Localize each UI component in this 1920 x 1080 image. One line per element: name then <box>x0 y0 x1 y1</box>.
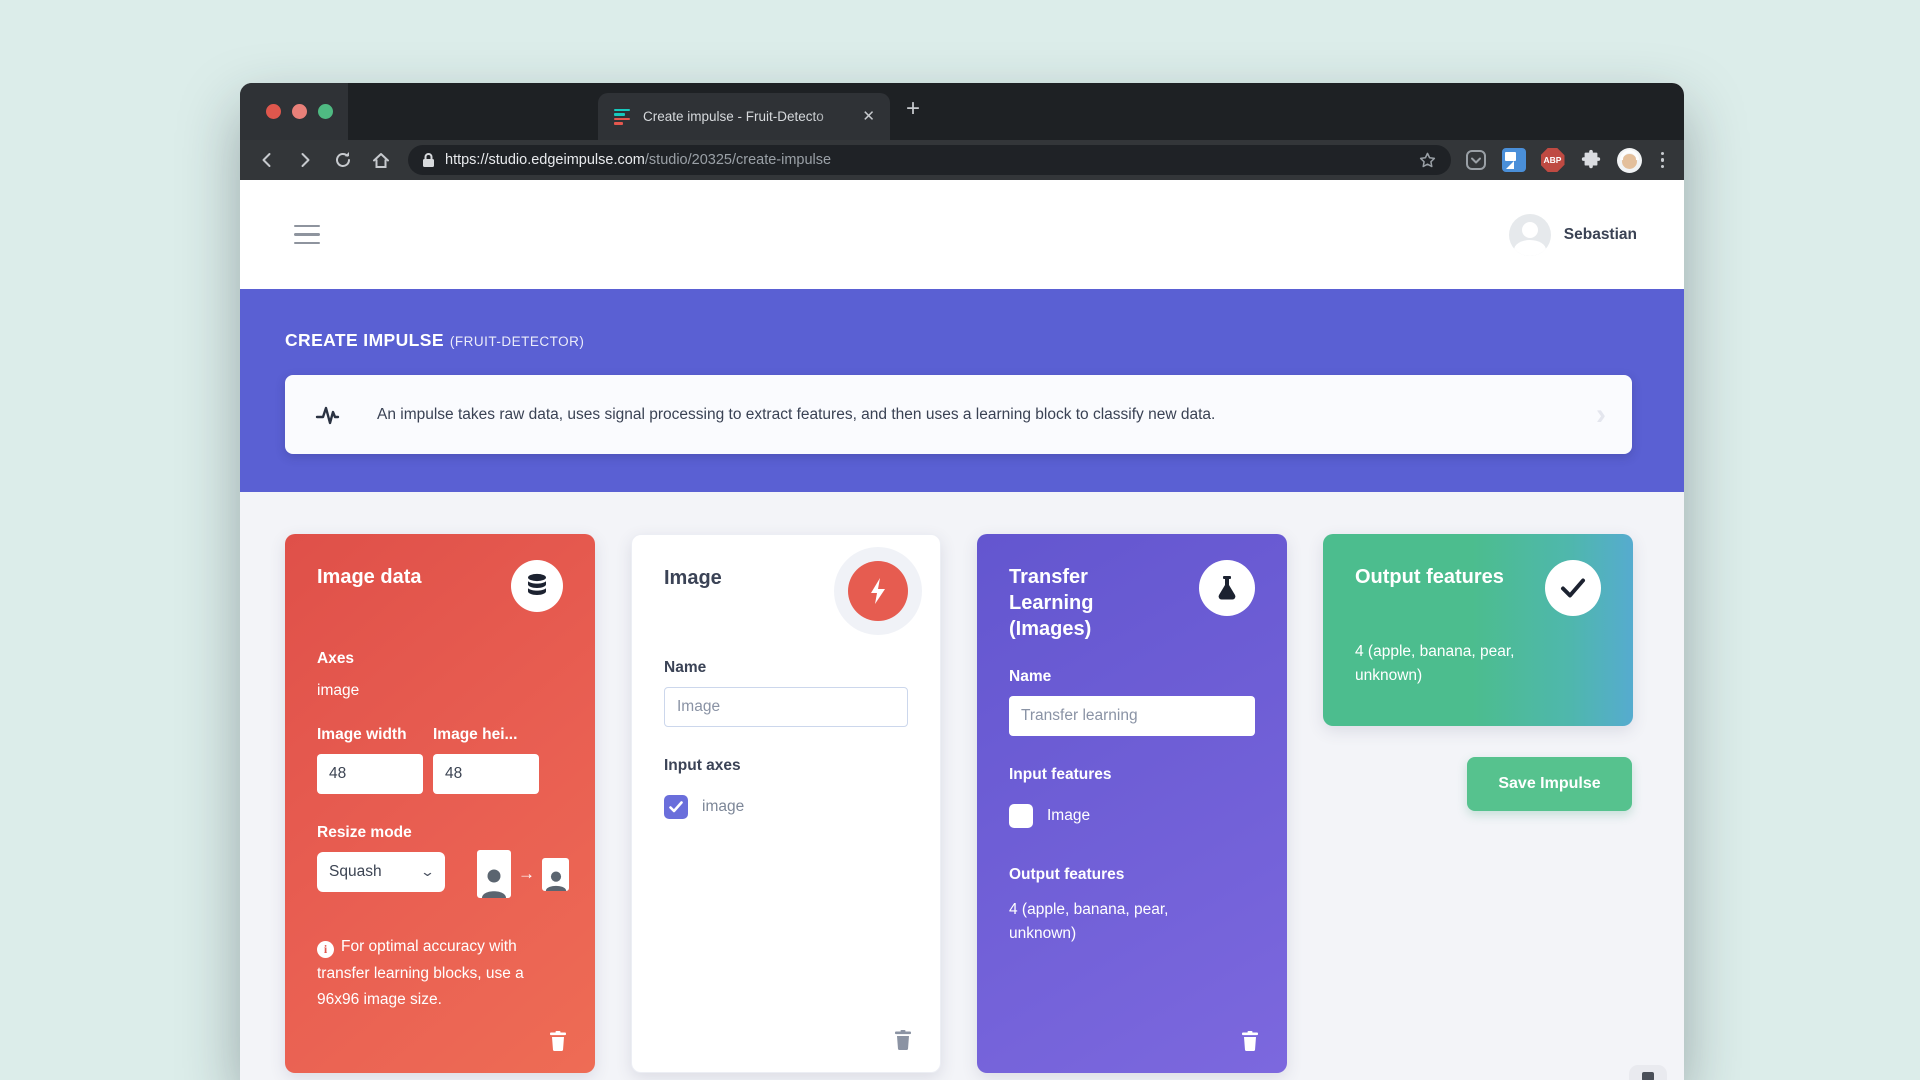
hamburger-menu-icon[interactable] <box>294 225 320 245</box>
image-height-input[interactable] <box>433 754 539 794</box>
page-banner: CREATE IMPULSE (FRUIT-DETECTOR) An impuls… <box>240 289 1684 492</box>
checkbox-label: Image <box>1047 807 1090 825</box>
input-block-card: Image data Axes image Image width <box>285 534 595 1073</box>
chevron-right-icon[interactable]: › <box>1596 400 1606 430</box>
browser-menu-icon[interactable] <box>1657 152 1669 169</box>
image-height-label: Image hei... <box>433 726 539 744</box>
resize-mode-select[interactable]: Squash ⌄ <box>317 852 445 892</box>
card-title: Image data <box>317 560 421 590</box>
browser-tab[interactable]: Create impulse - Fruit-Detecto ✕ <box>598 93 890 140</box>
card-title: Image <box>664 561 722 591</box>
zoom-window-button[interactable] <box>318 104 333 119</box>
arrow-right-icon: → <box>518 864 535 884</box>
flask-icon <box>1199 560 1255 616</box>
checkbox-label: image <box>702 798 744 816</box>
tab-bar: Create impulse - Fruit-Detecto ✕ + <box>240 83 1684 140</box>
browser-toolbar: https://studio.edgeimpulse.com/studio/20… <box>240 140 1684 180</box>
save-impulse-button[interactable]: Save Impulse <box>1467 757 1632 811</box>
impulse-info-box: An impulse takes raw data, uses signal p… <box>285 375 1632 454</box>
delete-block-icon[interactable] <box>549 1031 567 1051</box>
card-title: Output features <box>1355 560 1504 590</box>
resize-mode-label: Resize mode <box>317 824 563 842</box>
extensions-area: ABP <box>1465 148 1669 173</box>
axes-value: image <box>317 682 563 700</box>
url-origin: https://studio.edgeimpulse.com <box>445 152 645 168</box>
portrait-image-icon <box>477 850 511 898</box>
card-title: Transfer Learning (Images) <box>1009 560 1159 642</box>
block-name-input[interactable] <box>664 687 908 727</box>
impulse-builder: Image data Axes image Image width <box>240 492 1684 1073</box>
checkmark-icon <box>1545 560 1601 616</box>
browser-window: Create impulse - Fruit-Detecto ✕ + <box>240 83 1684 1080</box>
new-tab-button[interactable]: + <box>906 97 920 121</box>
image-width-input[interactable] <box>317 754 423 794</box>
user-avatar <box>1509 214 1551 256</box>
back-icon[interactable] <box>256 149 278 171</box>
info-icon: i <box>317 941 334 958</box>
impulse-info-text: An impulse takes raw data, uses signal p… <box>377 406 1215 424</box>
output-features-label: Output features <box>1009 866 1255 884</box>
impulse-waveform-icon <box>315 400 349 430</box>
delete-block-icon[interactable] <box>894 1030 912 1050</box>
resize-note: iFor optimal accuracy with transfer lear… <box>317 934 547 1014</box>
output-features-value: 4 (apple, banana, pear, unknown) <box>1355 640 1565 688</box>
database-icon <box>511 560 563 612</box>
project-name: (FRUIT-DETECTOR) <box>450 334 585 349</box>
squashed-image-icon <box>542 858 569 891</box>
screenshot-extension-icon[interactable] <box>1502 148 1526 172</box>
chevron-down-icon: ⌄ <box>420 864 435 880</box>
pocket-extension-icon[interactable] <box>1465 149 1487 171</box>
widget-icon <box>1642 1072 1654 1080</box>
browser-profile-avatar[interactable] <box>1617 148 1642 173</box>
adblock-plus-icon[interactable]: ABP <box>1541 148 1565 172</box>
input-axes-label: Input axes <box>664 757 908 775</box>
url-path: /studio/20325/create-impulse <box>645 152 831 168</box>
output-features-card: Output features 4 (apple, banana, pear, … <box>1323 534 1633 726</box>
delete-block-icon[interactable] <box>1241 1031 1259 1051</box>
extensions-puzzle-icon[interactable] <box>1580 149 1602 171</box>
page-title: CREATE IMPULSE (FRUIT-DETECTOR) <box>285 330 1632 351</box>
edge-impulse-favicon <box>614 109 631 125</box>
axes-label: Axes <box>317 650 563 668</box>
checkbox-checked[interactable] <box>664 795 688 819</box>
forward-icon[interactable] <box>294 149 316 171</box>
url-text: https://studio.edgeimpulse.com/studio/20… <box>445 152 831 168</box>
feedback-widget-button[interactable] <box>1629 1065 1667 1080</box>
learning-block-card: Transfer Learning (Images) Name Input fe… <box>977 534 1287 1073</box>
image-width-label: Image width <box>317 726 423 744</box>
output-features-value: 4 (apple, banana, pear, unknown) <box>1009 898 1229 946</box>
site-header: Sebastian <box>240 180 1684 289</box>
processing-block-card: Image Name Input axes image <box>631 534 941 1073</box>
edge-impulse-page: Sebastian CREATE IMPULSE (FRUIT-DETECTOR)… <box>240 180 1684 1080</box>
lock-icon[interactable] <box>422 152 435 168</box>
desktop-background: Create impulse - Fruit-Detecto ✕ + <box>0 0 1920 1080</box>
tab-title: Create impulse - Fruit-Detecto <box>643 109 859 124</box>
name-label: Name <box>664 659 908 677</box>
bookmark-star-icon[interactable] <box>1418 151 1437 170</box>
close-window-button[interactable] <box>266 104 281 119</box>
input-features-label: Input features <box>1009 766 1255 784</box>
address-bar[interactable]: https://studio.edgeimpulse.com/studio/20… <box>408 145 1451 175</box>
page-title-main: CREATE IMPULSE <box>285 330 444 350</box>
user-name: Sebastian <box>1564 226 1637 244</box>
window-controls <box>240 83 348 140</box>
tab-close-icon[interactable]: ✕ <box>859 106 878 127</box>
lightning-bolt-icon <box>848 561 908 621</box>
block-name-input[interactable] <box>1009 696 1255 736</box>
resize-mode-value: Squash <box>329 863 382 881</box>
minimize-window-button[interactable] <box>292 104 307 119</box>
name-label: Name <box>1009 668 1255 686</box>
home-icon[interactable] <box>370 149 392 171</box>
reload-icon[interactable] <box>332 149 354 171</box>
user-menu[interactable]: Sebastian <box>1509 214 1637 256</box>
resize-illustration: → <box>477 850 569 898</box>
checkbox-unchecked[interactable] <box>1009 804 1033 828</box>
